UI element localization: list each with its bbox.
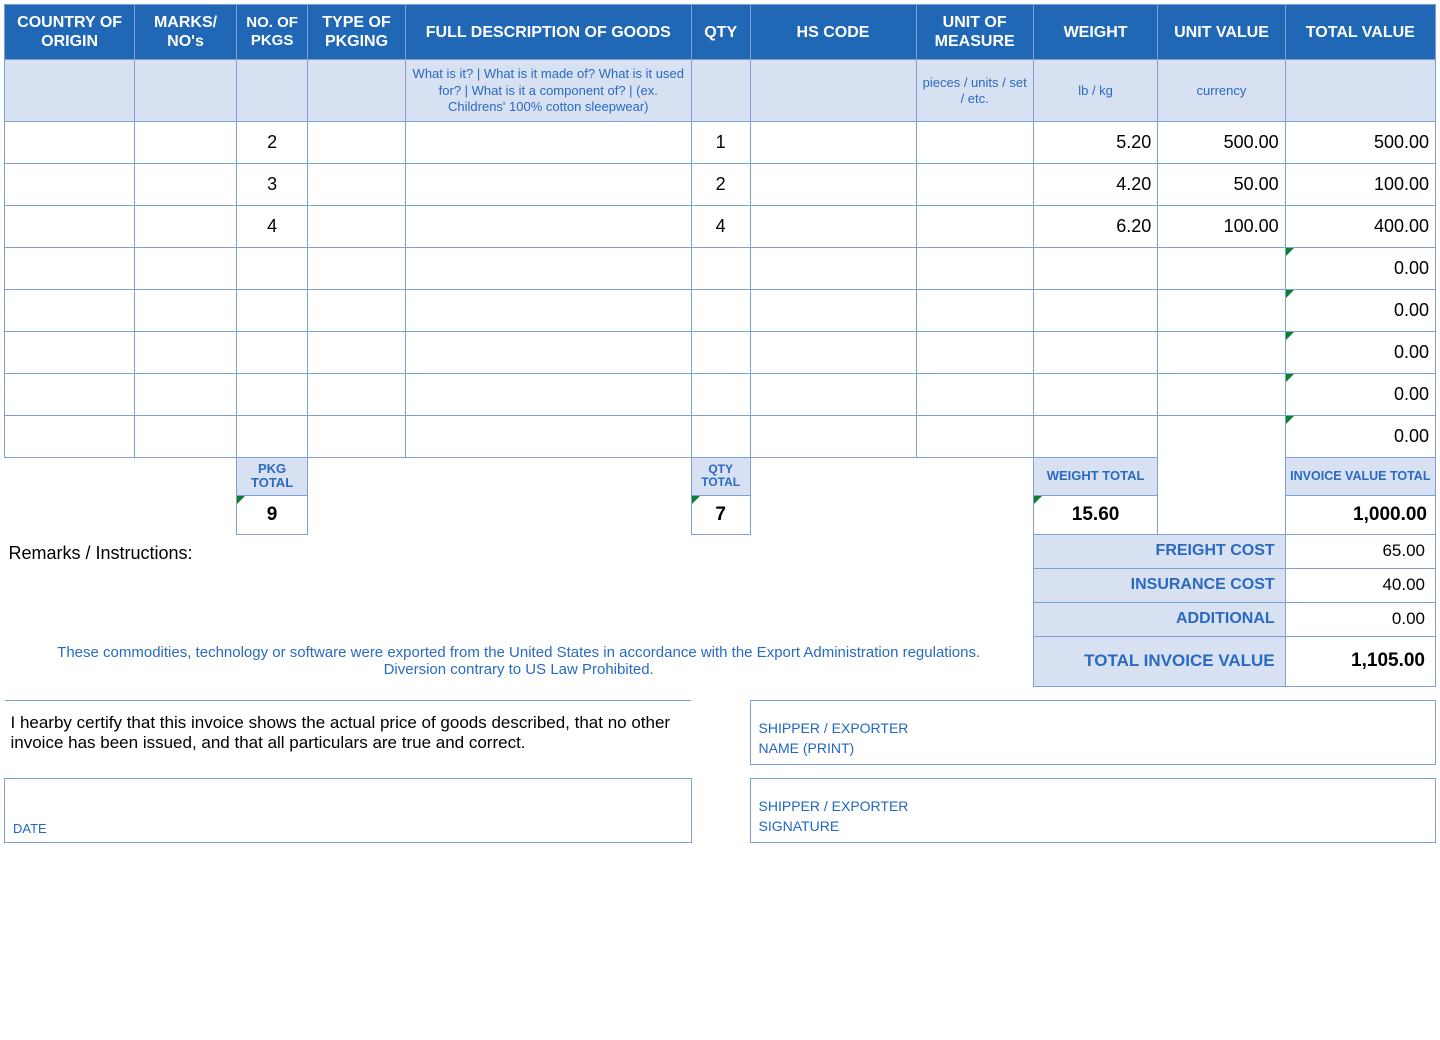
cell-pkgs[interactable]: 3 xyxy=(236,164,308,206)
hdr-uom: UNIT OF MEASURE xyxy=(916,5,1033,60)
hint-desc: What is it? | What is it made of? What i… xyxy=(405,60,691,122)
shipper-name-box[interactable]: SHIPPER / EXPORTER NAME (PRINT) xyxy=(750,700,1435,765)
hdr-qty: QTY xyxy=(691,5,750,60)
shipper-sig-line2: SIGNATURE xyxy=(759,817,1427,837)
cell-totalval[interactable]: 500.00 xyxy=(1285,122,1435,164)
table-row[interactable]: 2 1 5.20 500.00 500.00 xyxy=(5,122,1436,164)
pkg-total-label: PKG TOTAL xyxy=(236,458,308,496)
cell-totalval[interactable]: 400.00 xyxy=(1285,206,1435,248)
cell-totalval[interactable]: 0.00 xyxy=(1285,374,1435,416)
shipper-sig-line1: SHIPPER / EXPORTER xyxy=(759,797,1427,817)
total-invoice-label: TOTAL INVOICE VALUE xyxy=(1033,636,1285,686)
hdr-unitval: UNIT VALUE xyxy=(1158,5,1285,60)
invoice-table: COUNTRY OF ORIGIN MARKS/ NO's NO. OF PKG… xyxy=(4,4,1436,843)
shipper-signature-box[interactable]: SHIPPER / EXPORTER SIGNATURE xyxy=(750,779,1435,843)
cell-weight[interactable]: 6.20 xyxy=(1033,206,1157,248)
cell-weight[interactable]: 5.20 xyxy=(1033,122,1157,164)
weight-total: 15.60 xyxy=(1033,495,1157,534)
shipper-name-line1: SHIPPER / EXPORTER xyxy=(759,719,1427,739)
hint-uom: pieces / units / set / etc. xyxy=(916,60,1033,122)
table-row[interactable]: 3 2 4.20 50.00 100.00 xyxy=(5,164,1436,206)
remarks-label[interactable]: Remarks / Instructions: xyxy=(5,534,1034,636)
cell-totalval[interactable]: 0.00 xyxy=(1285,332,1435,374)
date-sig-row: DATE SHIPPER / EXPORTER SIGNATURE xyxy=(5,779,1436,843)
cell-qty[interactable]: 2 xyxy=(691,164,750,206)
table-row[interactable]: 0.00 xyxy=(5,374,1436,416)
additional-label: ADDITIONAL xyxy=(1033,602,1285,636)
total-invoice-value: 1,105.00 xyxy=(1285,636,1435,686)
table-row[interactable]: 0.00 xyxy=(5,290,1436,332)
pkg-total: 9 xyxy=(236,495,308,534)
shipper-name-line2: NAME (PRINT) xyxy=(759,739,1427,759)
export-disclaimer: These commodities, technology or softwar… xyxy=(5,636,1034,686)
freight-row: Remarks / Instructions: FREIGHT COST 65.… xyxy=(5,534,1436,568)
hdr-totalval: TOTAL VALUE xyxy=(1285,5,1435,60)
weight-total-label: WEIGHT TOTAL xyxy=(1033,458,1157,496)
table-row[interactable]: 0.00 xyxy=(5,332,1436,374)
freight-value[interactable]: 65.00 xyxy=(1285,534,1435,568)
header-row: COUNTRY OF ORIGIN MARKS/ NO's NO. OF PKG… xyxy=(5,5,1436,60)
cell-totalval[interactable]: 0.00 xyxy=(1285,248,1435,290)
invoice-value-total: 1,000.00 xyxy=(1285,495,1435,534)
hdr-weight: WEIGHT xyxy=(1033,5,1157,60)
table-row[interactable]: 0.00 xyxy=(5,248,1436,290)
hdr-marks: MARKS/ NO's xyxy=(135,5,237,60)
date-box[interactable]: DATE xyxy=(5,779,692,843)
cell-totalval[interactable]: 0.00 xyxy=(1285,290,1435,332)
hdr-country: COUNTRY OF ORIGIN xyxy=(5,5,135,60)
hdr-hs: HS CODE xyxy=(750,5,916,60)
qty-total-label: QTY TOTAL xyxy=(691,458,750,496)
hint-unitval: currency xyxy=(1158,60,1285,122)
insurance-label: INSURANCE COST xyxy=(1033,568,1285,602)
invoice-value-total-label: INVOICE VALUE TOTAL xyxy=(1285,458,1435,496)
cell-qty[interactable]: 1 xyxy=(691,122,750,164)
insurance-value[interactable]: 40.00 xyxy=(1285,568,1435,602)
cell-unitval[interactable]: 500.00 xyxy=(1158,122,1285,164)
table-row[interactable]: 0.00 xyxy=(5,416,1436,458)
additional-value[interactable]: 0.00 xyxy=(1285,602,1435,636)
cell-pkgs[interactable]: 2 xyxy=(236,122,308,164)
table-row[interactable]: 4 4 6.20 100.00 400.00 xyxy=(5,206,1436,248)
cell-totalval[interactable]: 0.00 xyxy=(1285,416,1435,458)
hdr-pkging: TYPE OF PKGING xyxy=(308,5,405,60)
qty-total: 7 xyxy=(691,495,750,534)
cell-totalval[interactable]: 100.00 xyxy=(1285,164,1435,206)
hdr-desc: FULL DESCRIPTION OF GOODS xyxy=(405,5,691,60)
hint-weight: lb / kg xyxy=(1033,60,1157,122)
cell-qty[interactable]: 4 xyxy=(691,206,750,248)
total-invoice-row: These commodities, technology or softwar… xyxy=(5,636,1436,686)
cell-weight[interactable]: 4.20 xyxy=(1033,164,1157,206)
certify-text: I hearby certify that this invoice shows… xyxy=(5,700,692,765)
certify-row: I hearby certify that this invoice shows… xyxy=(5,700,1436,765)
cell-unitval[interactable]: 50.00 xyxy=(1158,164,1285,206)
cell-unitval[interactable]: 100.00 xyxy=(1158,206,1285,248)
cell-pkgs[interactable]: 4 xyxy=(236,206,308,248)
hdr-pkgs: NO. OF PKGS xyxy=(236,5,308,60)
hint-row: What is it? | What is it made of? What i… xyxy=(5,60,1436,122)
freight-label: FREIGHT COST xyxy=(1033,534,1285,568)
